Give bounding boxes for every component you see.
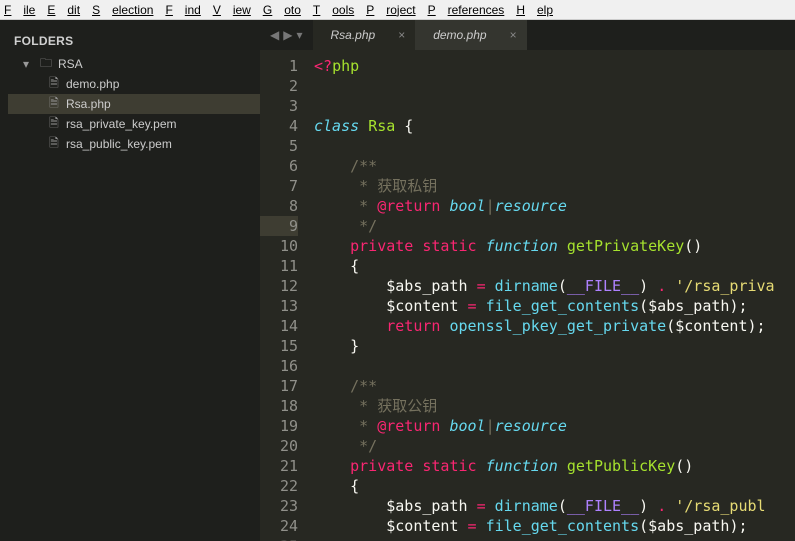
folder-label: RSA [58, 57, 83, 71]
menu-item-preferences[interactable]: Preferences [428, 3, 505, 17]
line-number: 19 [260, 416, 298, 436]
nav-prev-icon[interactable]: ◀ [270, 28, 279, 42]
code-line: */ [314, 216, 795, 236]
line-number: 12 [260, 276, 298, 296]
menu-item-goto[interactable]: Goto [263, 3, 301, 17]
line-number: 20 [260, 436, 298, 456]
code-line: <?php [314, 56, 795, 76]
code-line: { [314, 476, 795, 496]
tab-nav-arrows: ◀ ▶ ▾ [260, 28, 313, 42]
file-row[interactable]: 🗎 rsa_public_key.pem [8, 134, 260, 154]
tab-demo-php[interactable]: demo.php × [415, 20, 526, 50]
line-number: 2 [260, 76, 298, 96]
tab-label: demo.php [433, 28, 486, 42]
line-number: 22 [260, 476, 298, 496]
code-line: * 获取私钥 [314, 176, 795, 196]
close-icon[interactable]: × [398, 28, 405, 42]
line-number: 4 [260, 116, 298, 136]
code-line: * @return bool|resource [314, 196, 795, 216]
editor-pane: ◀ ▶ ▾ Rsa.php×demo.php× 1234567891011121… [260, 20, 795, 541]
line-number: 18 [260, 396, 298, 416]
folder-expand-icon: ▾ [18, 57, 34, 71]
line-number: 6 [260, 156, 298, 176]
menu-item-tools[interactable]: Tools [313, 3, 354, 17]
code-line: $content = file_get_contents($abs_path); [314, 296, 795, 316]
folder-row[interactable]: ▾ 🗀 RSA [8, 54, 260, 74]
menu-bar: File Edit Selection Find View Goto Tools Projec… [0, 0, 795, 20]
file-label: rsa_public_key.pem [66, 137, 172, 151]
code-line [314, 96, 795, 116]
line-number: 7 [260, 176, 298, 196]
line-number: 11 [260, 256, 298, 276]
menu-item-help[interactable]: Help [516, 3, 553, 17]
file-label: demo.php [66, 77, 119, 91]
line-number: 23 [260, 496, 298, 516]
folder-icon: 🗀 [38, 54, 54, 75]
line-number: 21 [260, 456, 298, 476]
code-line [314, 356, 795, 376]
line-number: 5 [260, 136, 298, 156]
line-number: 3 [260, 96, 298, 116]
code-line: class Rsa { [314, 116, 795, 136]
line-number: 24 [260, 516, 298, 536]
code-line: /** [314, 156, 795, 176]
menu-item-view[interactable]: View [213, 3, 251, 17]
line-number: 25 [260, 536, 298, 541]
line-number: 9 [260, 216, 298, 236]
tab-label: Rsa.php [331, 28, 376, 42]
file-row[interactable]: 🗎 Rsa.php [8, 94, 260, 114]
code-line: { [314, 256, 795, 276]
code-line [314, 536, 795, 541]
code-area[interactable]: 1234567891011121314151617181920212223242… [260, 50, 795, 541]
file-icon: 🗎 [46, 94, 62, 115]
sidebar: FOLDERS ▾ 🗀 RSA 🗎 demo.php 🗎 Rsa.php 🗎 rsa_priva… [0, 20, 260, 541]
file-icon: 🗎 [46, 134, 62, 155]
code-line: * @return bool|resource [314, 416, 795, 436]
code-line: * 获取公钥 [314, 396, 795, 416]
code-line: } [314, 336, 795, 356]
line-number: 1 [260, 56, 298, 76]
code-text[interactable]: <?php class Rsa { /** * 获取私钥 * @return bo… [308, 50, 795, 541]
tab-strip: ◀ ▶ ▾ Rsa.php × demo.php × [260, 20, 795, 50]
menu-item-find[interactable]: Find [165, 3, 200, 17]
file-icon: 🗎 [46, 114, 62, 135]
menu-item-file[interactable]: File [4, 3, 35, 17]
code-line: /** [314, 376, 795, 396]
file-row[interactable]: 🗎 demo.php [8, 74, 260, 94]
nav-next-icon[interactable]: ▶ [283, 28, 292, 42]
menu-item-edit[interactable]: Edit [47, 3, 80, 17]
nav-menu-icon[interactable]: ▾ [296, 28, 302, 42]
line-number: 14 [260, 316, 298, 336]
code-line [314, 136, 795, 156]
line-number: 16 [260, 356, 298, 376]
line-number: 13 [260, 296, 298, 316]
file-label: rsa_private_key.pem [66, 117, 177, 131]
close-icon[interactable]: × [510, 28, 517, 42]
file-icon: 🗎 [46, 74, 62, 95]
line-number: 15 [260, 336, 298, 356]
tab-Rsa-php[interactable]: Rsa.php × [313, 20, 416, 50]
file-tree: ▾ 🗀 RSA 🗎 demo.php 🗎 Rsa.php 🗎 rsa_private_key.p… [0, 54, 260, 154]
menu-item-project[interactable]: Project [366, 3, 415, 17]
code-line: $abs_path = dirname(__FILE__) . '/rsa_pr… [314, 276, 795, 296]
code-line: $content = file_get_contents($abs_path); [314, 516, 795, 536]
line-number: 10 [260, 236, 298, 256]
file-row[interactable]: 🗎 rsa_private_key.pem [8, 114, 260, 134]
code-line: private static function getPublicKey() [314, 456, 795, 476]
code-line: private static function getPrivateKey() [314, 236, 795, 256]
line-number: 8 [260, 196, 298, 216]
line-number: 17 [260, 376, 298, 396]
line-gutter: 1234567891011121314151617181920212223242… [260, 50, 308, 541]
code-line: return openssl_pkey_get_private($content… [314, 316, 795, 336]
menu-item-selection[interactable]: Selection [92, 3, 153, 17]
file-label: Rsa.php [66, 97, 111, 111]
code-line: */ [314, 436, 795, 456]
code-line [314, 76, 795, 96]
folders-heading: FOLDERS [0, 34, 260, 54]
code-line: $abs_path = dirname(__FILE__) . '/rsa_pu… [314, 496, 795, 516]
